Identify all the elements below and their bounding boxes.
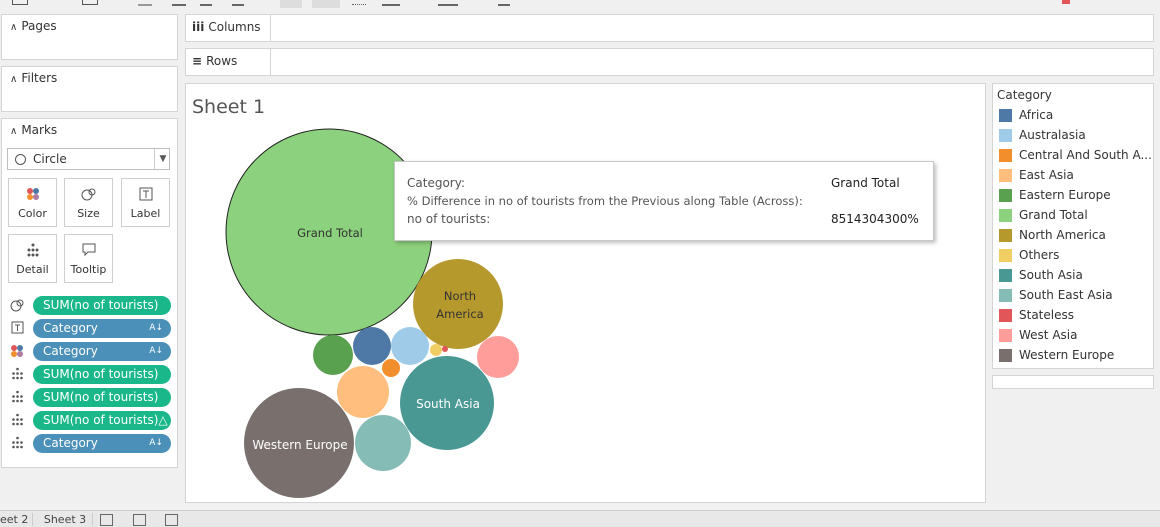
bubble-australasia[interactable] bbox=[391, 327, 429, 365]
legend-swatch bbox=[999, 129, 1012, 142]
category-legend[interactable]: Category Africa Australasia Central And … bbox=[992, 83, 1154, 369]
legend-swatch bbox=[999, 309, 1012, 322]
legend-swatch bbox=[999, 289, 1012, 302]
tab-sheet-3[interactable]: Sheet 3 bbox=[38, 513, 93, 526]
legend-swatch bbox=[999, 169, 1012, 182]
new-dashboard-icon[interactable] bbox=[133, 514, 146, 526]
bubble-east-asia[interactable] bbox=[337, 366, 389, 418]
bubble-west-asia[interactable] bbox=[477, 336, 519, 378]
tooltip-tourists-label: no of tourists: bbox=[407, 212, 491, 226]
bubble-label: South Asia bbox=[416, 397, 480, 411]
bubble-label: America bbox=[436, 307, 484, 321]
bubble-others[interactable] bbox=[430, 344, 442, 356]
legend-swatch bbox=[999, 249, 1012, 262]
legend-swatch bbox=[999, 229, 1012, 242]
bubble-label: North bbox=[443, 289, 477, 303]
bubble-north-america[interactable] bbox=[413, 259, 503, 349]
tooltip-category-label: Category: bbox=[407, 176, 465, 190]
tab-sheet-2[interactable]: eet 2 bbox=[0, 513, 33, 526]
legend-empty-card[interactable] bbox=[992, 375, 1154, 389]
bubble-stateless[interactable] bbox=[442, 346, 448, 352]
legend-title: Category bbox=[997, 88, 1052, 102]
bubble-south-east-asia[interactable] bbox=[355, 415, 411, 471]
bubble-central-south-america[interactable] bbox=[382, 359, 400, 377]
legend-swatch bbox=[999, 209, 1012, 222]
tooltip: Category: Grand Total % Difference in no… bbox=[394, 161, 934, 241]
bubble-africa[interactable] bbox=[353, 327, 391, 365]
new-story-icon[interactable] bbox=[165, 514, 178, 526]
new-worksheet-icon[interactable] bbox=[100, 514, 113, 526]
bubble-chart[interactable] bbox=[0, 0, 1160, 526]
legend-swatch bbox=[999, 149, 1012, 162]
legend-swatch bbox=[999, 349, 1012, 362]
legend-swatch bbox=[999, 329, 1012, 342]
tooltip-category-value: Grand Total bbox=[831, 176, 900, 190]
legend-swatch bbox=[999, 189, 1012, 202]
tooltip-difference-label: % Difference in no of tourists from the … bbox=[407, 194, 803, 208]
bubble-label: Grand Total bbox=[297, 226, 363, 240]
bubble-label: Western Europe bbox=[252, 438, 348, 452]
tooltip-tourists-value: 8514304300% bbox=[831, 212, 919, 226]
legend-swatch bbox=[999, 269, 1012, 282]
legend-swatch bbox=[999, 109, 1012, 122]
bubble-eastern-europe[interactable] bbox=[313, 335, 353, 375]
